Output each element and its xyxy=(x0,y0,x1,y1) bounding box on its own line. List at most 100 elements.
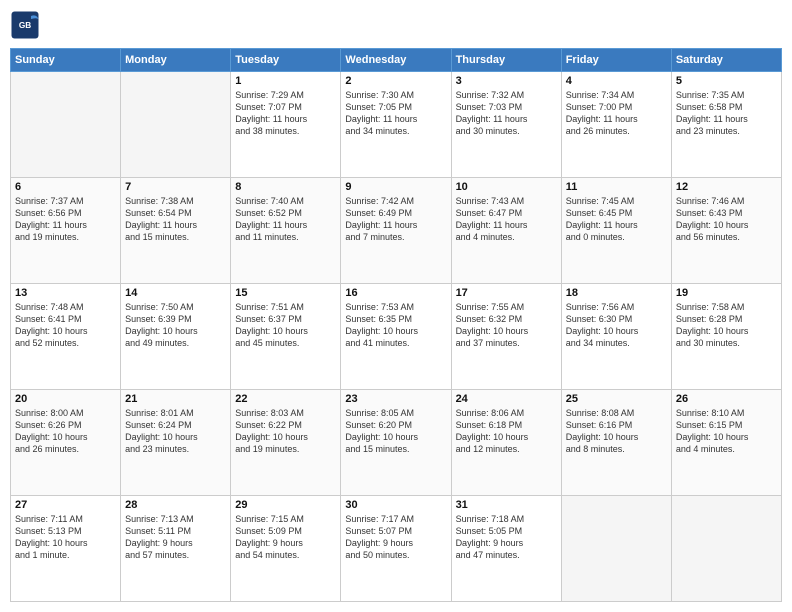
day-info: Sunrise: 8:06 AM Sunset: 6:18 PM Dayligh… xyxy=(456,407,557,456)
day-cell: 10Sunrise: 7:43 AM Sunset: 6:47 PM Dayli… xyxy=(451,178,561,284)
week-row-4: 27 Sunrise: 7:11 AM Sunset: 5:13 PM Dayli… xyxy=(11,496,782,602)
day-number: 10 xyxy=(456,181,557,193)
day-cell: 31 Sunrise: 7:18 AM Sunset: 5:05 PM Dayli… xyxy=(451,496,561,602)
day-cell: 7 Sunrise: 7:38 AM Sunset: 6:54 PM Daylig… xyxy=(121,178,231,284)
day-cell: 19Sunrise: 7:58 AM Sunset: 6:28 PM Dayli… xyxy=(671,284,781,390)
day-cell: 23 Sunrise: 8:05 AM Sunset: 6:20 PM Dayli… xyxy=(341,390,451,496)
day-cell: 11 Sunrise: 7:45 AM Sunset: 6:45 PM Dayli… xyxy=(561,178,671,284)
day-cell: 30 Sunrise: 7:17 AM Sunset: 5:07 PM Dayli… xyxy=(341,496,451,602)
day-cell: 28 Sunrise: 7:13 AM Sunset: 5:11 PM Dayli… xyxy=(121,496,231,602)
day-info: Sunrise: 7:30 AM Sunset: 7:05 PM Dayligh… xyxy=(345,89,446,138)
day-number: 20 xyxy=(15,393,116,405)
day-info: Sunrise: 7:15 AM Sunset: 5:09 PM Dayligh… xyxy=(235,513,336,562)
day-cell: 24Sunrise: 8:06 AM Sunset: 6:18 PM Dayli… xyxy=(451,390,561,496)
day-number: 23 xyxy=(345,393,446,405)
day-cell xyxy=(561,496,671,602)
day-cell: 18Sunrise: 7:56 AM Sunset: 6:30 PM Dayli… xyxy=(561,284,671,390)
day-cell: 13Sunrise: 7:48 AM Sunset: 6:41 PM Dayli… xyxy=(11,284,121,390)
day-info: Sunrise: 7:55 AM Sunset: 6:32 PM Dayligh… xyxy=(456,301,557,350)
day-info: Sunrise: 7:17 AM Sunset: 5:07 PM Dayligh… xyxy=(345,513,446,562)
week-row-2: 13Sunrise: 7:48 AM Sunset: 6:41 PM Dayli… xyxy=(11,284,782,390)
day-cell: 22Sunrise: 8:03 AM Sunset: 6:22 PM Dayli… xyxy=(231,390,341,496)
day-number: 30 xyxy=(345,499,446,511)
day-cell: 29Sunrise: 7:15 AM Sunset: 5:09 PM Dayli… xyxy=(231,496,341,602)
day-info: Sunrise: 7:40 AM Sunset: 6:52 PM Dayligh… xyxy=(235,195,336,244)
day-cell: 17 Sunrise: 7:55 AM Sunset: 6:32 PM Dayli… xyxy=(451,284,561,390)
day-number: 21 xyxy=(125,393,226,405)
day-info: Sunrise: 7:32 AM Sunset: 7:03 PM Dayligh… xyxy=(456,89,557,138)
day-info: Sunrise: 7:34 AM Sunset: 7:00 PM Dayligh… xyxy=(566,89,667,138)
day-info: Sunrise: 7:38 AM Sunset: 6:54 PM Dayligh… xyxy=(125,195,226,244)
day-cell: 5 Sunrise: 7:35 AM Sunset: 6:58 PM Daylig… xyxy=(671,72,781,178)
day-cell: 15Sunrise: 7:51 AM Sunset: 6:37 PM Dayli… xyxy=(231,284,341,390)
day-info: Sunrise: 7:50 AM Sunset: 6:39 PM Dayligh… xyxy=(125,301,226,350)
day-info: Sunrise: 7:13 AM Sunset: 5:11 PM Dayligh… xyxy=(125,513,226,562)
day-cell: 27 Sunrise: 7:11 AM Sunset: 5:13 PM Dayli… xyxy=(11,496,121,602)
header: GB xyxy=(10,10,782,40)
day-cell: 8 Sunrise: 7:40 AM Sunset: 6:52 PM Daylig… xyxy=(231,178,341,284)
day-info: Sunrise: 8:01 AM Sunset: 6:24 PM Dayligh… xyxy=(125,407,226,456)
day-cell xyxy=(11,72,121,178)
day-cell xyxy=(671,496,781,602)
day-cell: 12Sunrise: 7:46 AM Sunset: 6:43 PM Dayli… xyxy=(671,178,781,284)
day-info: Sunrise: 8:10 AM Sunset: 6:15 PM Dayligh… xyxy=(676,407,777,456)
day-cell: 26 Sunrise: 8:10 AM Sunset: 6:15 PM Dayli… xyxy=(671,390,781,496)
header-row: SundayMondayTuesdayWednesdayThursdayFrid… xyxy=(11,49,782,72)
day-number: 31 xyxy=(456,499,557,511)
day-info: Sunrise: 7:48 AM Sunset: 6:41 PM Dayligh… xyxy=(15,301,116,350)
day-header-wednesday: Wednesday xyxy=(341,49,451,72)
page: GB SundayMondayTuesdayWednesdayThursdayF… xyxy=(0,0,792,612)
day-cell xyxy=(121,72,231,178)
day-number: 14 xyxy=(125,287,226,299)
day-number: 16 xyxy=(345,287,446,299)
day-number: 4 xyxy=(566,75,667,87)
week-row-1: 6 Sunrise: 7:37 AM Sunset: 6:56 PM Daylig… xyxy=(11,178,782,284)
day-info: Sunrise: 7:11 AM Sunset: 5:13 PM Dayligh… xyxy=(15,513,116,562)
day-cell: 3 Sunrise: 7:32 AM Sunset: 7:03 PM Daylig… xyxy=(451,72,561,178)
logo: GB xyxy=(10,10,42,40)
day-number: 2 xyxy=(345,75,446,87)
day-cell: 21 Sunrise: 8:01 AM Sunset: 6:24 PM Dayli… xyxy=(121,390,231,496)
day-info: Sunrise: 7:42 AM Sunset: 6:49 PM Dayligh… xyxy=(345,195,446,244)
calendar-table: SundayMondayTuesdayWednesdayThursdayFrid… xyxy=(10,48,782,602)
day-number: 25 xyxy=(566,393,667,405)
week-row-0: 1Sunrise: 7:29 AM Sunset: 7:07 PM Daylig… xyxy=(11,72,782,178)
day-info: Sunrise: 7:29 AM Sunset: 7:07 PM Dayligh… xyxy=(235,89,336,138)
day-header-thursday: Thursday xyxy=(451,49,561,72)
day-number: 3 xyxy=(456,75,557,87)
day-cell: 9 Sunrise: 7:42 AM Sunset: 6:49 PM Daylig… xyxy=(341,178,451,284)
day-number: 28 xyxy=(125,499,226,511)
day-number: 8 xyxy=(235,181,336,193)
day-number: 6 xyxy=(15,181,116,193)
day-cell: 6 Sunrise: 7:37 AM Sunset: 6:56 PM Daylig… xyxy=(11,178,121,284)
day-header-saturday: Saturday xyxy=(671,49,781,72)
day-header-friday: Friday xyxy=(561,49,671,72)
day-number: 17 xyxy=(456,287,557,299)
day-number: 7 xyxy=(125,181,226,193)
day-cell: 14 Sunrise: 7:50 AM Sunset: 6:39 PM Dayli… xyxy=(121,284,231,390)
day-number: 27 xyxy=(15,499,116,511)
day-number: 11 xyxy=(566,181,667,193)
day-info: Sunrise: 7:37 AM Sunset: 6:56 PM Dayligh… xyxy=(15,195,116,244)
day-info: Sunrise: 7:18 AM Sunset: 5:05 PM Dayligh… xyxy=(456,513,557,562)
day-number: 12 xyxy=(676,181,777,193)
day-header-sunday: Sunday xyxy=(11,49,121,72)
day-number: 26 xyxy=(676,393,777,405)
day-info: Sunrise: 8:05 AM Sunset: 6:20 PM Dayligh… xyxy=(345,407,446,456)
day-number: 22 xyxy=(235,393,336,405)
day-number: 19 xyxy=(676,287,777,299)
day-header-tuesday: Tuesday xyxy=(231,49,341,72)
day-cell: 20Sunrise: 8:00 AM Sunset: 6:26 PM Dayli… xyxy=(11,390,121,496)
day-info: Sunrise: 7:45 AM Sunset: 6:45 PM Dayligh… xyxy=(566,195,667,244)
week-row-3: 20Sunrise: 8:00 AM Sunset: 6:26 PM Dayli… xyxy=(11,390,782,496)
day-info: Sunrise: 8:08 AM Sunset: 6:16 PM Dayligh… xyxy=(566,407,667,456)
day-cell: 25 Sunrise: 8:08 AM Sunset: 6:16 PM Dayli… xyxy=(561,390,671,496)
day-cell: 4 Sunrise: 7:34 AM Sunset: 7:00 PM Daylig… xyxy=(561,72,671,178)
day-info: Sunrise: 7:56 AM Sunset: 6:30 PM Dayligh… xyxy=(566,301,667,350)
day-number: 9 xyxy=(345,181,446,193)
day-number: 5 xyxy=(676,75,777,87)
day-cell: 1Sunrise: 7:29 AM Sunset: 7:07 PM Daylig… xyxy=(231,72,341,178)
day-info: Sunrise: 7:35 AM Sunset: 6:58 PM Dayligh… xyxy=(676,89,777,138)
day-header-monday: Monday xyxy=(121,49,231,72)
svg-text:GB: GB xyxy=(19,21,31,30)
